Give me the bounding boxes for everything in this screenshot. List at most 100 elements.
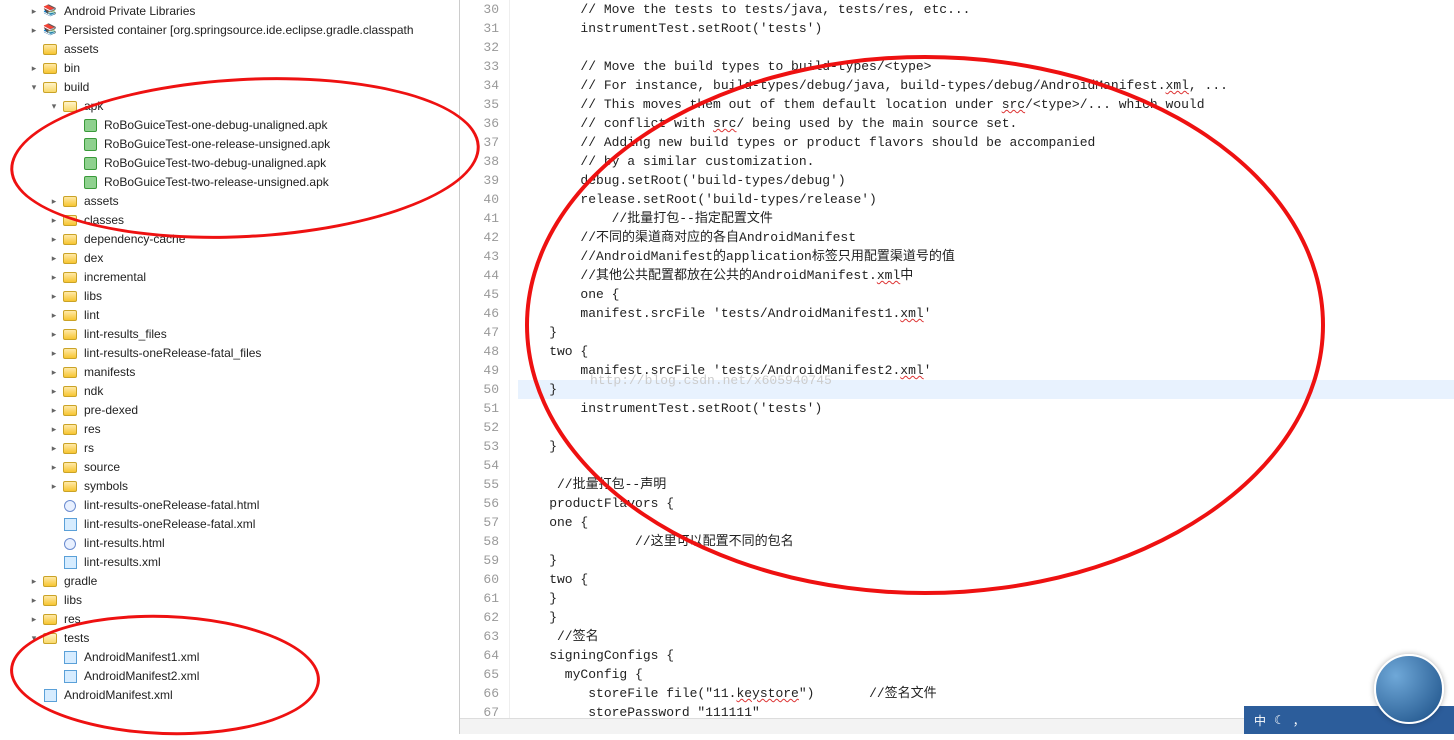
code-line[interactable]: //批量打包--声明	[518, 475, 1454, 494]
chevron-down-icon[interactable]: ▾	[28, 633, 40, 645]
chevron-right-icon[interactable]: ▸	[48, 348, 60, 360]
code-line[interactable]: }	[518, 323, 1454, 342]
tree-item[interactable]: ▸lint-results-oneRelease-fatal_files	[0, 344, 459, 363]
code-line[interactable]: // conflict with src/ being used by the …	[518, 114, 1454, 133]
tree-item[interactable]: lint-results-oneRelease-fatal.html	[0, 496, 459, 515]
code-line[interactable]: }	[518, 608, 1454, 627]
tree-item[interactable]: AndroidManifest2.xml	[0, 667, 459, 686]
code-line[interactable]: release.setRoot('build-types/release')	[518, 190, 1454, 209]
code-line[interactable]: //其他公共配置都放在公共的AndroidManifest.xml中	[518, 266, 1454, 285]
code-line[interactable]: // Adding new build types or product fla…	[518, 133, 1454, 152]
tree-item[interactable]: ▸rs	[0, 439, 459, 458]
tree-item[interactable]: ▸ndk	[0, 382, 459, 401]
tree-item[interactable]: lint-results.html	[0, 534, 459, 553]
tree-item[interactable]: ▸dependency-cache	[0, 230, 459, 249]
tree-item[interactable]: ▸Android Private Libraries	[0, 2, 459, 21]
chevron-right-icon[interactable]: ▸	[48, 215, 60, 227]
code-line[interactable]: //签名	[518, 627, 1454, 646]
chevron-right-icon[interactable]: ▸	[28, 63, 40, 75]
chevron-right-icon[interactable]: ▸	[48, 310, 60, 322]
chevron-right-icon[interactable]: ▸	[48, 272, 60, 284]
tree-item[interactable]: ▸bin	[0, 59, 459, 78]
code-line[interactable]: signingConfigs {	[518, 646, 1454, 665]
tree-item[interactable]: ▸source	[0, 458, 459, 477]
code-line[interactable]	[518, 38, 1454, 57]
code-line[interactable]: //不同的渠道商对应的各自AndroidManifest	[518, 228, 1454, 247]
project-explorer[interactable]: ▸Android Private Libraries▸Persisted con…	[0, 0, 460, 734]
code-line[interactable]: }	[518, 437, 1454, 456]
tree-item[interactable]: assets	[0, 40, 459, 59]
code-line[interactable]: instrumentTest.setRoot('tests')	[518, 399, 1454, 418]
tree-item[interactable]: ▾tests	[0, 629, 459, 648]
code-line[interactable]: two {	[518, 570, 1454, 589]
chevron-right-icon[interactable]: ▸	[48, 481, 60, 493]
tree-item[interactable]: ▸classes	[0, 211, 459, 230]
code-line[interactable]: // This moves them out of them default l…	[518, 95, 1454, 114]
tree-item[interactable]: ▸res	[0, 420, 459, 439]
tree-item[interactable]: lint-results.xml	[0, 553, 459, 572]
tree-item[interactable]: ▸Persisted container [org.springsource.i…	[0, 21, 459, 40]
code-line[interactable]: productFlavors {	[518, 494, 1454, 513]
chevron-right-icon[interactable]: ▸	[48, 196, 60, 208]
tree-item[interactable]: ▾apk	[0, 97, 459, 116]
tree-item[interactable]: ▸lint	[0, 306, 459, 325]
tree-item[interactable]: ▾build	[0, 78, 459, 97]
chevron-down-icon[interactable]: ▾	[28, 82, 40, 94]
tree-item[interactable]: ▸assets	[0, 192, 459, 211]
code-line[interactable]: }	[518, 589, 1454, 608]
code-line[interactable]: instrumentTest.setRoot('tests')	[518, 19, 1454, 38]
code-line[interactable]: //AndroidManifest的application标签只用配置渠道号的值	[518, 247, 1454, 266]
tree-item[interactable]: ▸res	[0, 610, 459, 629]
tree-item[interactable]: ▸libs	[0, 591, 459, 610]
code-line[interactable]: myConfig {	[518, 665, 1454, 684]
chevron-right-icon[interactable]: ▸	[28, 6, 40, 18]
tree-item[interactable]: RoBoGuiceTest-one-debug-unaligned.apk	[0, 116, 459, 135]
chevron-right-icon[interactable]: ▸	[48, 443, 60, 455]
tree-item[interactable]: ▸lint-results_files	[0, 325, 459, 344]
chevron-right-icon[interactable]: ▸	[48, 253, 60, 265]
code-line[interactable]: // Move the build types to build-types/<…	[518, 57, 1454, 76]
code-editor[interactable]: 3031323334353637383940414243444546474849…	[460, 0, 1454, 734]
ime-indicator[interactable]: 中	[1254, 712, 1266, 729]
tree-item[interactable]: ▸dex	[0, 249, 459, 268]
code-line[interactable]: //批量打包--指定配置文件	[518, 209, 1454, 228]
code-area[interactable]: http://blog.csdn.net/x605940745 // Move …	[510, 0, 1454, 734]
tree-item[interactable]: AndroidManifest1.xml	[0, 648, 459, 667]
chevron-right-icon[interactable]: ▸	[48, 405, 60, 417]
chevron-right-icon[interactable]: ▸	[28, 614, 40, 626]
code-line[interactable]: storeFile file("11.keystore") //签名文件	[518, 684, 1454, 703]
code-line[interactable]	[518, 418, 1454, 437]
code-line[interactable]	[518, 456, 1454, 475]
code-line[interactable]: // by a similar customization.	[518, 152, 1454, 171]
chevron-right-icon[interactable]: ▸	[48, 329, 60, 341]
tree-item[interactable]: RoBoGuiceTest-two-debug-unaligned.apk	[0, 154, 459, 173]
chevron-right-icon[interactable]: ▸	[48, 462, 60, 474]
chevron-right-icon[interactable]: ▸	[48, 234, 60, 246]
code-line[interactable]: manifest.srcFile 'tests/AndroidManifest1…	[518, 304, 1454, 323]
chevron-right-icon[interactable]: ▸	[28, 595, 40, 607]
chevron-right-icon[interactable]: ▸	[48, 367, 60, 379]
code-line[interactable]: }	[518, 551, 1454, 570]
code-line[interactable]: // For instance, build-types/debug/java,…	[518, 76, 1454, 95]
code-line[interactable]: }	[518, 380, 1454, 399]
tree-item[interactable]: ▸manifests	[0, 363, 459, 382]
code-line[interactable]: // Move the tests to tests/java, tests/r…	[518, 0, 1454, 19]
tree-item[interactable]: RoBoGuiceTest-two-release-unsigned.apk	[0, 173, 459, 192]
tree-item[interactable]: ▸incremental	[0, 268, 459, 287]
chevron-right-icon[interactable]: ▸	[28, 576, 40, 588]
code-line[interactable]: debug.setRoot('build-types/debug')	[518, 171, 1454, 190]
tree-item[interactable]: lint-results-oneRelease-fatal.xml	[0, 515, 459, 534]
tree-item[interactable]: ▸symbols	[0, 477, 459, 496]
tree-item[interactable]: RoBoGuiceTest-one-release-unsigned.apk	[0, 135, 459, 154]
chevron-down-icon[interactable]: ▾	[48, 101, 60, 113]
chevron-right-icon[interactable]: ▸	[28, 25, 40, 37]
code-line[interactable]: two {	[518, 342, 1454, 361]
chevron-right-icon[interactable]: ▸	[48, 424, 60, 436]
code-line[interactable]: one {	[518, 285, 1454, 304]
code-line[interactable]: one {	[518, 513, 1454, 532]
code-line[interactable]: //这里可以配置不同的包名	[518, 532, 1454, 551]
tree-item[interactable]: ▸gradle	[0, 572, 459, 591]
tree-item[interactable]: ▸libs	[0, 287, 459, 306]
tree-item[interactable]: ▸pre-dexed	[0, 401, 459, 420]
code-line[interactable]: manifest.srcFile 'tests/AndroidManifest2…	[518, 361, 1454, 380]
